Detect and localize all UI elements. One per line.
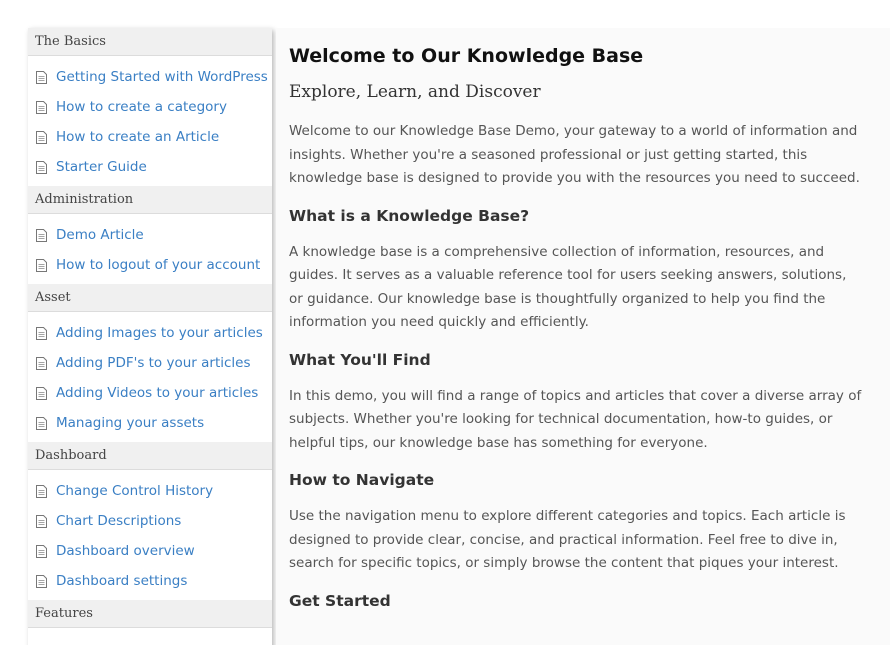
article-link[interactable]: How to create an Article bbox=[56, 129, 219, 145]
article-link[interactable]: Change Control History bbox=[56, 483, 213, 499]
article-link[interactable]: Dashboard settings bbox=[56, 573, 187, 589]
article-item[interactable]: Managing your assets bbox=[28, 408, 272, 438]
section-heading: What You'll Find bbox=[289, 350, 431, 369]
article-item[interactable]: Adding Images to your articles bbox=[28, 318, 272, 348]
document-icon bbox=[36, 514, 47, 528]
page-title: Welcome to Our Knowledge Base bbox=[289, 45, 644, 67]
article-item[interactable]: How to create a category bbox=[28, 92, 272, 122]
category-article-list: Change Control History Chart Description… bbox=[28, 470, 272, 600]
section-heading: What is a Knowledge Base? bbox=[289, 206, 530, 225]
document-icon bbox=[36, 160, 47, 174]
category-header[interactable]: Dashboard bbox=[28, 442, 272, 470]
main-content: Welcome to Our Knowledge Base Explore, L… bbox=[276, 28, 890, 645]
article-link[interactable]: Dashboard overview bbox=[56, 543, 195, 559]
article-item[interactable]: How to create an Article bbox=[28, 122, 272, 152]
document-icon bbox=[36, 228, 47, 242]
document-icon bbox=[36, 258, 47, 272]
category-header[interactable]: Asset bbox=[28, 284, 272, 312]
document-icon bbox=[36, 130, 47, 144]
article-item[interactable]: Adding Videos to your articles bbox=[28, 378, 272, 408]
category-the-basics: The Basics Getting Started with WordPres… bbox=[28, 28, 272, 186]
category-features: Features bbox=[28, 600, 272, 628]
section-paragraph: Use the navigation menu to explore diffe… bbox=[289, 508, 846, 571]
category-article-list: Adding Images to your articles Adding PD… bbox=[28, 312, 272, 442]
article-item[interactable]: Starter Guide bbox=[28, 152, 272, 182]
article-link[interactable]: How to logout of your account bbox=[56, 257, 260, 273]
article-link[interactable]: Adding Videos to your articles bbox=[56, 385, 258, 401]
document-icon bbox=[36, 544, 47, 558]
article-link[interactable]: Adding PDF's to your articles bbox=[56, 355, 251, 371]
document-icon bbox=[36, 326, 47, 340]
category-article-list: Getting Started with WordPress How to cr… bbox=[28, 56, 272, 186]
article-link[interactable]: Starter Guide bbox=[56, 159, 147, 175]
article-link[interactable]: Demo Article bbox=[56, 227, 144, 243]
section-heading: How to Navigate bbox=[289, 471, 435, 489]
article-item[interactable]: Demo Article bbox=[28, 220, 272, 250]
article-link[interactable]: Managing your assets bbox=[56, 415, 204, 431]
category-administration: Administration Demo Article How to logou… bbox=[28, 186, 272, 284]
category-header[interactable]: Features bbox=[28, 600, 272, 628]
article-item[interactable]: Getting Started with WordPress bbox=[28, 62, 272, 92]
section-heading: Get Started bbox=[289, 591, 391, 610]
article-item[interactable]: Dashboard overview bbox=[28, 536, 272, 566]
article-item[interactable]: Adding PDF's to your articles bbox=[28, 348, 272, 378]
article-item[interactable]: Chart Descriptions bbox=[28, 506, 272, 536]
page: The Basics Getting Started with WordPres… bbox=[0, 0, 890, 645]
article-link[interactable]: Adding Images to your articles bbox=[56, 325, 263, 341]
section-paragraph: A knowledge base is a comprehensive coll… bbox=[289, 243, 847, 331]
category-header[interactable]: The Basics bbox=[28, 28, 272, 56]
article-item[interactable]: How to logout of your account bbox=[28, 250, 272, 280]
category-asset: Asset Adding Images to your articles Add… bbox=[28, 284, 272, 442]
document-icon bbox=[36, 386, 47, 400]
article-item[interactable]: Dashboard settings bbox=[28, 566, 272, 596]
article-link[interactable]: Chart Descriptions bbox=[56, 513, 181, 529]
article-link[interactable]: Getting Started with WordPress bbox=[56, 69, 268, 85]
document-icon bbox=[36, 574, 47, 588]
article-item[interactable]: Change Control History bbox=[28, 476, 272, 506]
document-icon bbox=[36, 484, 47, 498]
document-icon bbox=[36, 100, 47, 114]
section-paragraph: In this demo, you will find a range of t… bbox=[289, 387, 862, 451]
document-icon bbox=[36, 416, 47, 430]
article-body: Welcome to Our Knowledge Base Explore, L… bbox=[276, 28, 864, 612]
article-link[interactable]: How to create a category bbox=[56, 99, 227, 115]
category-header[interactable]: Administration bbox=[28, 186, 272, 214]
page-subtitle: Explore, Learn, and Discover bbox=[289, 82, 541, 102]
document-icon bbox=[36, 70, 47, 84]
intro-paragraph: Welcome to our Knowledge Base Demo, your… bbox=[289, 123, 860, 186]
sidebar: The Basics Getting Started with WordPres… bbox=[28, 28, 272, 645]
category-dashboard: Dashboard Change Control History Chart D… bbox=[28, 442, 272, 600]
category-article-list: Demo Article How to logout of your accou… bbox=[28, 214, 272, 284]
document-icon bbox=[36, 356, 47, 370]
